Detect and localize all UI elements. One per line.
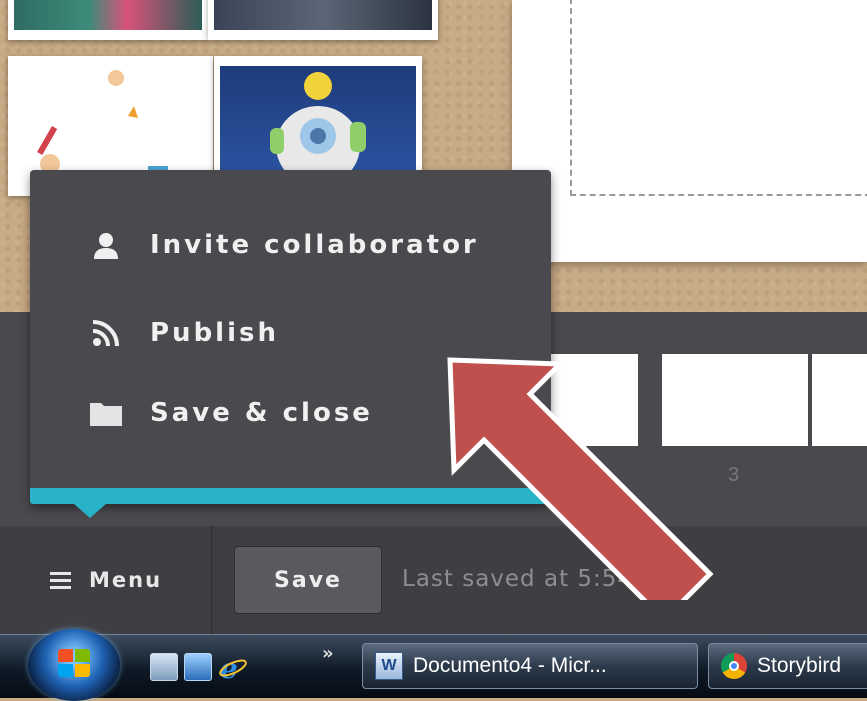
menu-label: Menu	[89, 568, 163, 592]
start-button[interactable]	[28, 629, 120, 701]
windows-taskbar: e » W Documento4 - Micr... Storybird	[0, 629, 867, 701]
rss-feed-icon	[88, 318, 124, 348]
taskbar-item-label: Documento4 - Micr...	[413, 654, 607, 677]
folder-icon	[88, 398, 124, 428]
artwork-thumbnail-2[interactable]	[208, 0, 438, 40]
hamburger-icon	[50, 568, 71, 593]
taskbar-item-label: Storybird	[757, 654, 842, 677]
menu-button[interactable]: Menu	[0, 526, 212, 634]
taskbar-item-word[interactable]: W Documento4 - Micr...	[362, 643, 698, 689]
show-desktop-icon[interactable]	[184, 653, 212, 681]
menu-item-save-close[interactable]: Save & close	[88, 398, 373, 428]
story-page-canvas[interactable]	[512, 0, 867, 262]
switch-windows-icon[interactable]	[150, 653, 178, 681]
windows-logo-icon	[58, 649, 92, 679]
taskbar-item-storybird[interactable]: Storybird	[708, 643, 867, 689]
text-box-placeholder[interactable]	[570, 0, 867, 196]
menu-item-label: Publish	[150, 318, 279, 348]
menu-pointer-caret	[74, 504, 106, 518]
menu-item-label: Save & close	[150, 398, 373, 428]
menu-item-publish[interactable]: Publish	[88, 318, 279, 348]
menu-item-invite-collaborator[interactable]: Invite collaborator	[88, 230, 479, 260]
page-thumbnail[interactable]	[812, 354, 867, 446]
annotation-arrow-icon	[447, 357, 714, 600]
quick-launch-overflow-icon[interactable]: »	[322, 643, 334, 664]
internet-explorer-icon[interactable]: e	[218, 652, 247, 685]
person-icon	[88, 230, 124, 260]
chrome-icon	[721, 653, 747, 679]
save-button[interactable]: Save	[234, 546, 382, 614]
menu-item-label: Invite collaborator	[150, 230, 479, 260]
word-document-icon: W	[375, 652, 403, 680]
artwork-thumbnail-1[interactable]	[8, 0, 208, 40]
